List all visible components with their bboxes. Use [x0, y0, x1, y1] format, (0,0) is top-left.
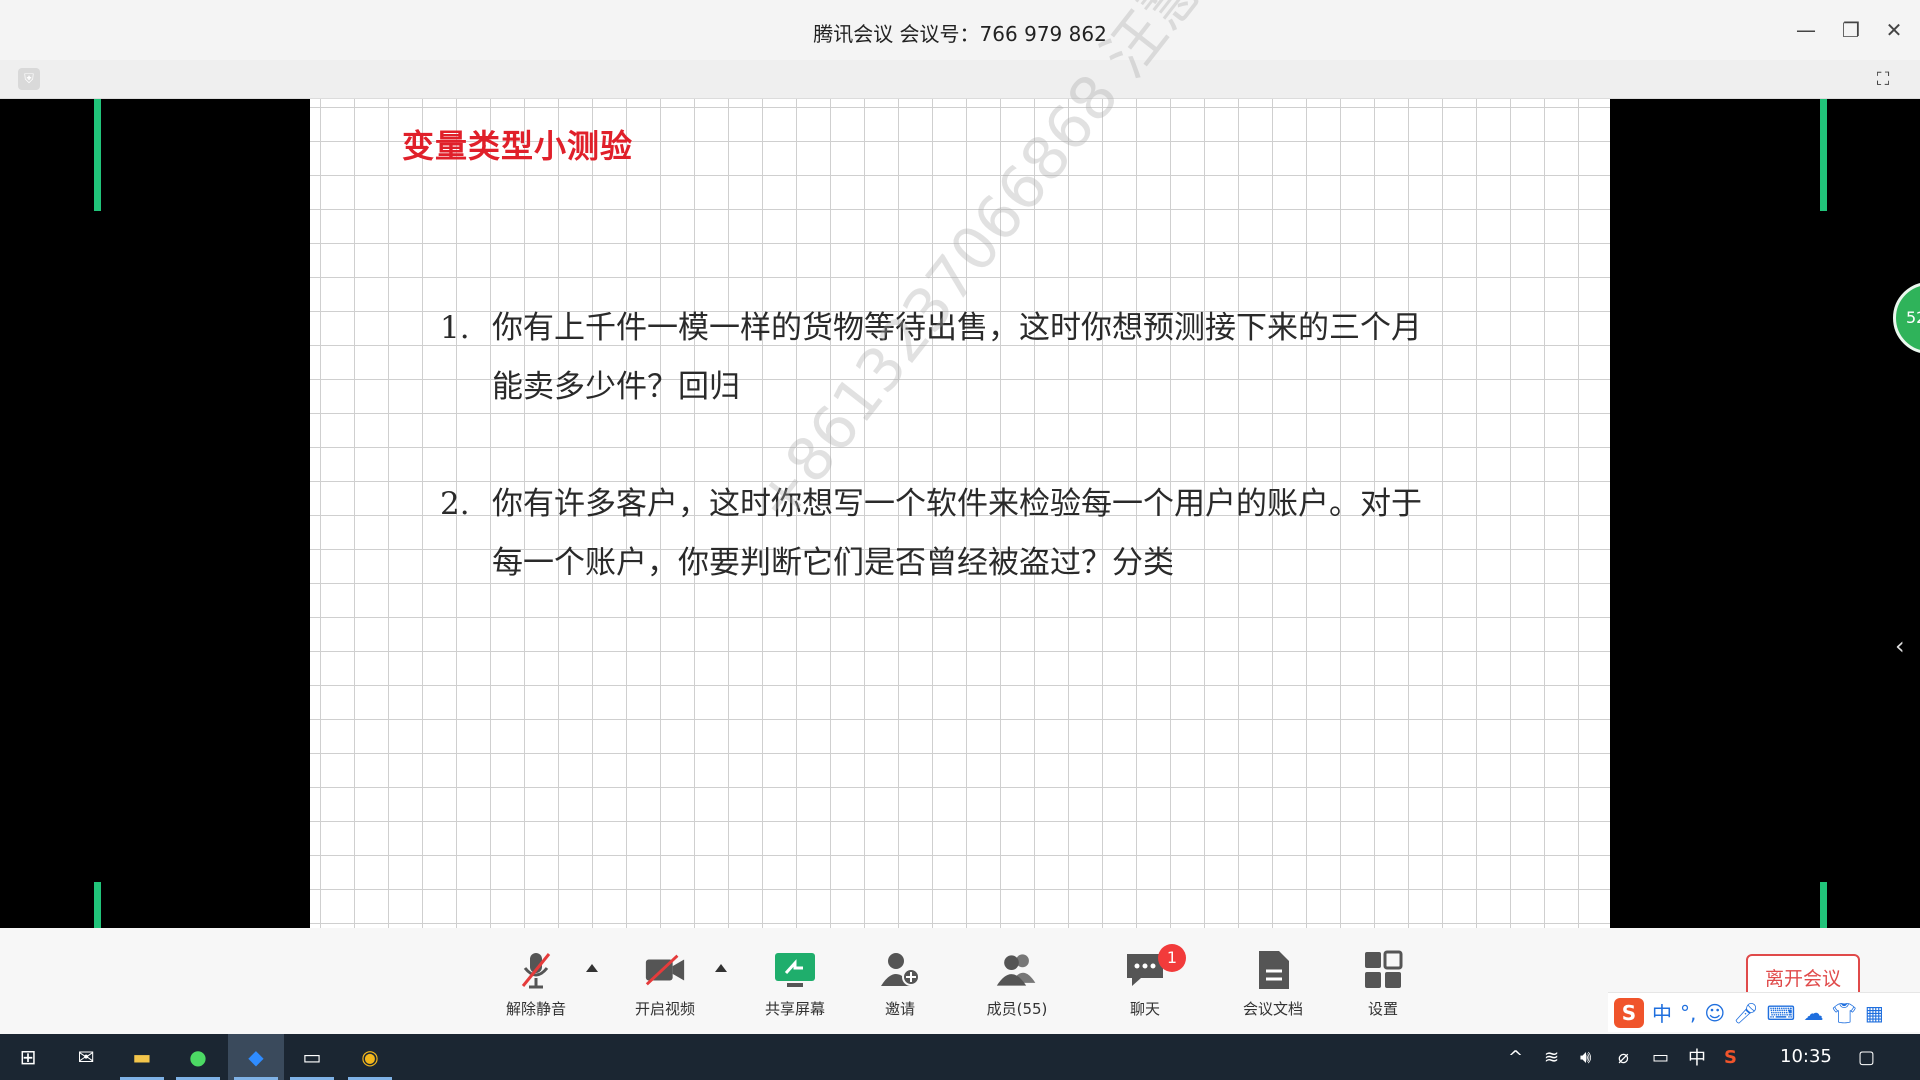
- shield-icon[interactable]: ⛨: [18, 68, 40, 90]
- video-options-caret-icon[interactable]: [715, 964, 727, 972]
- speaker-avatar-badge[interactable]: 52: [1893, 282, 1920, 354]
- battery-icon[interactable]: ▭: [1652, 1034, 1669, 1080]
- input-language[interactable]: 中: [1688, 1034, 1706, 1080]
- question-text: 你有上千件一模一样的货物等待出售，这时你想预测接下来的三个月能卖多少件？回归: [492, 310, 1422, 405]
- chevron-up-icon: ^: [1508, 1046, 1524, 1068]
- window-title: 腾讯会议 会议号：766 979 862: [813, 22, 1107, 46]
- settings-label: 设置: [1367, 1000, 1398, 1018]
- chat-unread-badge: 1: [1158, 944, 1186, 972]
- mic-status-icon[interactable]: ⌀: [1618, 1034, 1629, 1080]
- video-off-icon: [643, 948, 687, 992]
- slide-title: 变量类型小测验: [402, 127, 634, 165]
- invite-button[interactable]: 邀请: [855, 948, 945, 1028]
- chevron-left-icon[interactable]: ‹: [1895, 634, 1915, 658]
- user-icon[interactable]: ☁: [1803, 1001, 1823, 1025]
- settings-button[interactable]: 设置: [1338, 948, 1428, 1028]
- volume-icon[interactable]: 🔊︎: [1580, 1034, 1591, 1080]
- add-user-icon: [878, 948, 922, 992]
- taskbar-tencent-meeting[interactable]: ◆: [228, 1034, 284, 1080]
- keyboard-icon[interactable]: ⌨: [1767, 1001, 1796, 1025]
- start-video-button[interactable]: 开启视频: [620, 948, 710, 1028]
- unmute-button[interactable]: 解除静音: [491, 948, 581, 1028]
- skin-icon[interactable]: 👕︎: [1831, 1001, 1856, 1025]
- folder-icon: ▬: [132, 1045, 152, 1069]
- taskbar-mail[interactable]: ✉: [58, 1034, 114, 1080]
- chat-label: 聊天: [1129, 1000, 1160, 1018]
- show-hidden-icons[interactable]: ^: [1508, 1034, 1523, 1080]
- shared-screen-stage: 变量类型小测验 1. 你有上千件一模一样的货物等待出售，这时你想预测接下来的三个…: [0, 0, 1920, 928]
- tencent-meeting-icon: ◆: [248, 1045, 264, 1069]
- members-button[interactable]: 成员(55): [972, 948, 1062, 1028]
- members-label: 成员(55): [986, 1000, 1048, 1018]
- question-number: 1.: [440, 310, 470, 346]
- speaking-indicator-bar: [1820, 99, 1827, 211]
- ime-toolbar: S 中 °, ☺ 🎤︎ ⌨ ☁ 👕︎ ▦: [1608, 992, 1920, 1032]
- members-icon: [995, 948, 1039, 992]
- sogou-tray-icon[interactable]: S: [1724, 1034, 1737, 1080]
- clock[interactable]: 10:35: [1780, 1046, 1832, 1067]
- question-text: 你有许多客户，这时你想写一个软件来检验每一个用户的账户。对于每一个账户，你要判断…: [492, 486, 1422, 581]
- terminal-icon: ▭: [302, 1045, 322, 1069]
- minimize-icon: —: [1796, 18, 1816, 42]
- voice-input-icon[interactable]: 🎤︎: [1733, 1001, 1758, 1025]
- mail-icon: ✉: [77, 1045, 95, 1069]
- meeting-docs-button[interactable]: 会议文档: [1228, 948, 1318, 1028]
- windows-taskbar: ⊞ ✉ ▬ ● ◆ ▭ ◉ ^ ≋ 🔊︎ ⌀ ▭ 中 S 10:35 ▢: [0, 1034, 1920, 1080]
- audio-options-caret-icon[interactable]: [586, 964, 598, 972]
- document-icon: [1251, 948, 1295, 992]
- title-bar: 腾讯会议 会议号：766 979 862 — ❐ ✕: [0, 0, 1920, 61]
- emoji-icon[interactable]: ☺: [1704, 1001, 1725, 1025]
- unmute-label: 解除静音: [505, 1000, 566, 1018]
- meeting-subbar: ⛨ ⛶: [0, 60, 1920, 99]
- sogou-logo-icon[interactable]: S: [1614, 997, 1644, 1028]
- share-screen-label: 共享屏幕: [764, 1000, 825, 1018]
- taskbar-chrome[interactable]: ◉: [342, 1034, 398, 1080]
- start-video-label: 开启视频: [634, 1000, 695, 1018]
- chat-button[interactable]: 1 聊天: [1100, 944, 1190, 1028]
- presentation-slide: 变量类型小测验 1. 你有上千件一模一样的货物等待出售，这时你想预测接下来的三个…: [310, 0, 1610, 928]
- taskbar-terminal[interactable]: ▭: [284, 1034, 340, 1080]
- chrome-icon: ◉: [361, 1045, 379, 1069]
- fullscreen-icon: ⛶: [1876, 68, 1890, 90]
- wechat-icon: ●: [189, 1045, 207, 1069]
- share-screen-button[interactable]: 共享屏幕: [750, 948, 840, 1028]
- minimize-button[interactable]: —: [1790, 14, 1822, 46]
- taskbar-wechat[interactable]: ●: [170, 1034, 226, 1080]
- notification-center-icon[interactable]: ▢: [1858, 1034, 1875, 1080]
- share-screen-icon: [773, 948, 817, 992]
- speaking-indicator-bar: [94, 99, 101, 211]
- network-icon[interactable]: ≋: [1544, 1034, 1559, 1080]
- meeting-docs-label: 会议文档: [1242, 1000, 1303, 1018]
- taskbar-file-explorer[interactable]: ▬: [114, 1034, 170, 1080]
- speaking-indicator-bar: [1820, 882, 1827, 928]
- invite-label: 邀请: [884, 1000, 915, 1018]
- close-icon: ✕: [1885, 18, 1903, 42]
- fullscreen-button[interactable]: ⛶: [1870, 66, 1896, 92]
- restore-button[interactable]: ❐: [1835, 14, 1867, 46]
- punctuation-icon[interactable]: °,: [1680, 1001, 1696, 1025]
- ime-mode-label[interactable]: 中: [1652, 998, 1672, 1027]
- windows-logo-icon: ⊞: [19, 1045, 37, 1069]
- restore-icon: ❐: [1842, 18, 1860, 42]
- settings-grid-icon: [1361, 948, 1405, 992]
- question-number: 2.: [440, 486, 470, 522]
- start-button[interactable]: ⊞: [0, 1034, 56, 1080]
- toolbox-icon[interactable]: ▦: [1865, 1001, 1884, 1025]
- muted-mic-icon: [514, 948, 558, 992]
- speaking-indicator-bar: [94, 882, 101, 928]
- close-button[interactable]: ✕: [1878, 14, 1910, 46]
